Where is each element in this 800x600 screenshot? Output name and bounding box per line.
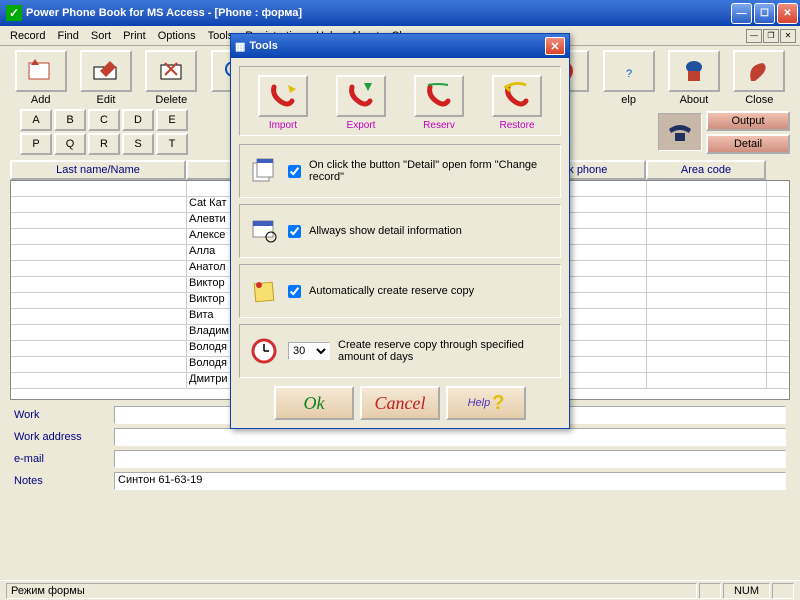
titlebar: ✓ Power Phone Book for MS Access - [Phon… — [0, 0, 800, 26]
opt3-text: Automatically create reserve copy — [309, 285, 552, 297]
menu-find[interactable]: Find — [51, 28, 84, 44]
import-label: Import — [269, 120, 297, 131]
edit-button[interactable] — [80, 50, 132, 92]
note-icon — [248, 275, 280, 307]
clock-icon — [248, 335, 280, 367]
notes-field[interactable]: Синтон 61-63-19 — [114, 472, 786, 490]
close-button[interactable]: ✕ — [777, 3, 798, 24]
opt3-checkbox[interactable] — [288, 285, 301, 298]
opt1-checkbox[interactable] — [288, 165, 301, 178]
alpha-a[interactable]: A — [20, 109, 52, 131]
menu-print[interactable]: Print — [117, 28, 152, 44]
help-button[interactable]: ? — [603, 50, 655, 92]
statusbar: Режим формы NUM — [0, 580, 800, 600]
alpha-r[interactable]: R — [88, 133, 120, 155]
menu-options[interactable]: Options — [152, 28, 202, 44]
svg-text:?: ? — [626, 68, 632, 80]
reserv-button[interactable] — [414, 75, 464, 117]
notes-label: Notes — [14, 475, 114, 487]
mdi-minimize[interactable]: — — [746, 29, 762, 43]
detail-icon — [248, 215, 280, 247]
status-blank2 — [772, 583, 794, 599]
delete-label: Delete — [155, 94, 187, 106]
about-button[interactable] — [668, 50, 720, 92]
close-label: Close — [745, 94, 773, 106]
alpha-e[interactable]: E — [156, 109, 188, 131]
email-label: e-mail — [14, 453, 114, 465]
status-mode: Режим формы — [6, 583, 697, 599]
opt1-text: On click the button "Detail" open form "… — [309, 159, 552, 183]
dialog-close-button[interactable]: ✕ — [545, 37, 565, 55]
app-icon: ✓ — [6, 5, 22, 21]
add-button[interactable] — [15, 50, 67, 92]
tools-dialog: ▦ Tools ✕ Import Export Reserv Restore O… — [230, 33, 570, 429]
menu-record[interactable]: Record — [4, 28, 51, 44]
status-blank1 — [699, 583, 721, 599]
alpha-s[interactable]: S — [122, 133, 154, 155]
status-num: NUM — [723, 583, 770, 599]
col-lastname[interactable]: Last name/Name — [10, 160, 186, 180]
col-areacode[interactable]: Area code — [646, 160, 766, 180]
dialog-icon: ▦ — [235, 40, 245, 53]
opt2-text: Allways show detail information — [309, 225, 552, 237]
close-tool-button[interactable] — [733, 50, 785, 92]
dialog-title: Tools — [245, 40, 545, 52]
addr-label: Work address — [14, 431, 114, 443]
work-label: Work — [14, 409, 114, 421]
opt4-text: Create reserve copy through specified am… — [338, 339, 552, 363]
export-button[interactable] — [336, 75, 386, 117]
forms-icon — [248, 155, 280, 187]
alpha-b[interactable]: B — [54, 109, 86, 131]
alpha-d[interactable]: D — [122, 109, 154, 131]
days-select[interactable]: 30 — [288, 342, 330, 360]
delete-button[interactable] — [145, 50, 197, 92]
phone-icon — [658, 113, 702, 151]
restore-button[interactable] — [492, 75, 542, 117]
export-label: Export — [347, 120, 376, 131]
help-label: elp — [621, 94, 636, 106]
menu-sort[interactable]: Sort — [85, 28, 117, 44]
maximize-button[interactable]: ☐ — [754, 3, 775, 24]
detail-button[interactable]: Detail — [706, 134, 790, 154]
opt2-checkbox[interactable] — [288, 225, 301, 238]
restore-label: Restore — [499, 120, 534, 131]
import-button[interactable] — [258, 75, 308, 117]
mdi-close[interactable]: ✕ — [780, 29, 796, 43]
help-button[interactable]: Help? — [446, 386, 526, 420]
mdi-restore[interactable]: ❐ — [763, 29, 779, 43]
alpha-t[interactable]: T — [156, 133, 188, 155]
edit-label: Edit — [97, 94, 116, 106]
about-label: About — [680, 94, 709, 106]
email-field[interactable] — [114, 450, 786, 468]
addr-field[interactable] — [114, 428, 786, 446]
alpha-c[interactable]: C — [88, 109, 120, 131]
window-title: Power Phone Book for MS Access - [Phone … — [26, 7, 731, 19]
ok-button[interactable]: Ok — [274, 386, 354, 420]
alpha-q[interactable]: Q — [54, 133, 86, 155]
alpha-p[interactable]: P — [20, 133, 52, 155]
output-button[interactable]: Output — [706, 111, 790, 131]
minimize-button[interactable]: — — [731, 3, 752, 24]
reserv-label: Reserv — [423, 120, 455, 131]
cancel-button[interactable]: Cancel — [360, 386, 440, 420]
add-label: Add — [31, 94, 51, 106]
